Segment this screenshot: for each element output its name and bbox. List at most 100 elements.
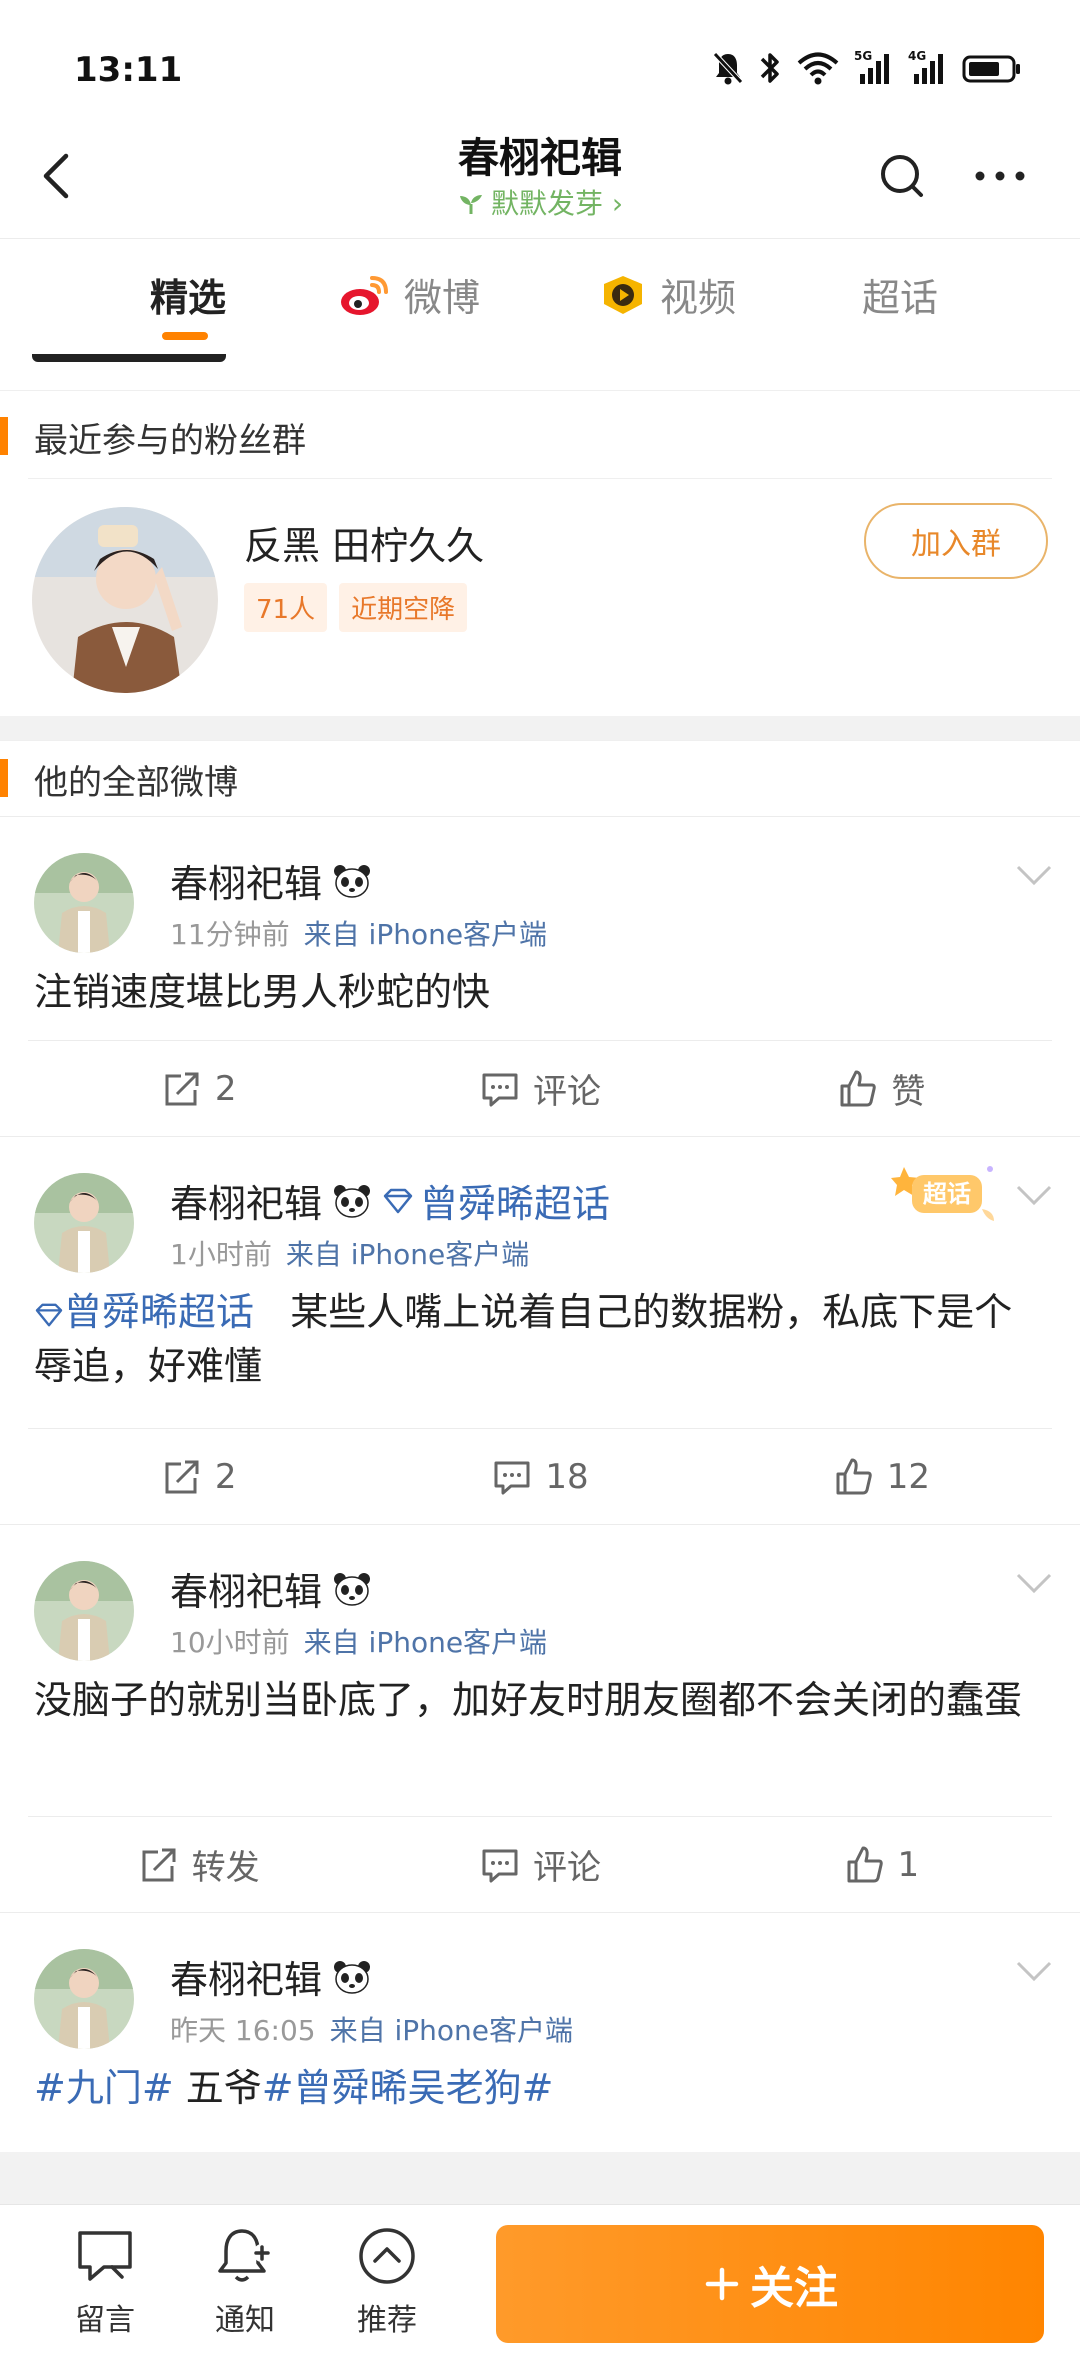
sprout-badge[interactable]: 默默发芽 ›	[457, 186, 623, 222]
chevron-down-icon[interactable]	[1014, 1571, 1054, 1595]
signal-5g-icon: 5G	[854, 49, 889, 84]
post-text: 没脑子的就别当卧底了，加好友时朋友圈都不会关闭的蠢蛋	[34, 1678, 1023, 1722]
post-text: 注销速度堪比男人秒蛇的快	[34, 970, 491, 1014]
author-name[interactable]: 春栩祀辑	[170, 1173, 322, 1228]
group-avatar	[32, 507, 218, 693]
like-button[interactable]: 赞	[711, 1041, 1052, 1136]
battery-icon	[962, 55, 1020, 83]
post-card[interactable]: 春栩祀辑 11分钟前 来自 iPhone客户端 注销速度堪比男人秒蛇的快	[0, 816, 1080, 1040]
author-avatar[interactable]	[34, 1173, 134, 1273]
post-actions: 转发 评论 1	[28, 1816, 1052, 1912]
supertopic-inline-label: 曾舜晞超话	[64, 1290, 255, 1334]
notify-button[interactable]: 通知	[190, 2223, 300, 2339]
hashtag-link[interactable]: #九门#	[34, 2066, 174, 2110]
bluetooth-icon	[760, 53, 779, 83]
svg-text:4G: 4G	[908, 49, 926, 63]
thumb-up-icon	[847, 1846, 883, 1882]
section-accent-bar	[0, 759, 8, 797]
post-actions-wrap: 2 18 12	[0, 1428, 1080, 1524]
wifi-icon	[797, 52, 839, 85]
post-meta: 11分钟前 来自 iPhone客户端	[170, 913, 547, 953]
tab-video[interactable]: 视频	[598, 267, 736, 322]
panda-badge-icon	[334, 1184, 371, 1218]
author-name[interactable]: 春栩祀辑	[170, 1561, 322, 1616]
tab-bar: 精选 微博 视频 超话	[0, 238, 1080, 354]
post-card[interactable]: 春栩祀辑 曾舜晞超话 超话 1小时前 来自 iPhone客户端 曾舜晞超话 某些…	[0, 1136, 1080, 1428]
weibo-logo-icon	[341, 275, 388, 315]
supertopic-link[interactable]: 曾舜晞超话	[382, 1173, 610, 1228]
comment-button[interactable]: 18	[369, 1429, 710, 1524]
bell-plus-icon	[218, 2229, 271, 2282]
author-name[interactable]: 春栩祀辑	[170, 853, 322, 908]
author-avatar[interactable]	[34, 853, 134, 953]
author-row: 春栩祀辑	[170, 1561, 372, 1616]
tab-featured[interactable]: 精选	[150, 267, 226, 322]
more-icon[interactable]	[970, 148, 1030, 204]
signal-4g-icon: 4G	[908, 49, 943, 84]
fan-group-card[interactable]: 反黑 田柠久久 71人 近期空降 加入群	[28, 478, 1052, 716]
supertopic-inline-link[interactable]: 曾舜晞超话	[34, 1290, 266, 1334]
content-feed: 最近参与的粉丝群 反黑 田柠久久 71人 近期空降 加入群 他的全部微博 春栩祀…	[0, 354, 1080, 2152]
author-name[interactable]: 春栩祀辑	[170, 1949, 322, 2004]
chevron-down-icon[interactable]	[1014, 1959, 1054, 1983]
chevron-up-circle-icon	[359, 2228, 415, 2284]
fan-group-section-header: 最近参与的粉丝群	[0, 390, 1080, 478]
post-source: 来自 iPhone客户端	[285, 1238, 530, 1271]
chevron-down-icon[interactable]	[1014, 1183, 1054, 1207]
status-icons: 5G 4G	[712, 48, 1022, 88]
plus-icon	[705, 2267, 739, 2301]
all-posts-section-header: 他的全部微博	[0, 740, 1080, 816]
recommend-button[interactable]: 推荐	[332, 2223, 442, 2339]
group-name: 反黑 田柠久久	[244, 524, 485, 568]
mute-bell-icon	[713, 52, 743, 85]
sprout-icon	[459, 195, 482, 214]
comment-icon	[482, 1849, 518, 1882]
all-posts-section-title: 他的全部微博	[34, 763, 238, 803]
hashtag-link[interactable]: #曾舜晞吴老狗#	[262, 2066, 554, 2110]
author-avatar[interactable]	[34, 1949, 134, 2049]
chevron-down-icon[interactable]	[1014, 863, 1054, 887]
search-icon[interactable]	[874, 148, 930, 204]
fan-group-wrap: 反黑 田柠久久 71人 近期空降 加入群	[0, 478, 1080, 716]
repost-button[interactable]: 转发	[28, 1817, 369, 1912]
profile-page: 13:11 5G 4G 春栩祀辑 默默发芽 › 精选 微博 视频 超话 最近参与…	[0, 0, 1080, 2354]
post-card[interactable]: 春栩祀辑 10小时前 来自 iPhone客户端 没脑子的就别当卧底了，加好友时朋友…	[0, 1524, 1080, 1816]
tab-active-indicator	[162, 332, 208, 340]
group-badges: 71人 近期空降	[244, 583, 468, 632]
post-source: 来自 iPhone客户端	[303, 918, 548, 951]
section-accent-bar	[0, 417, 8, 455]
fan-group-section-title: 最近参与的粉丝群	[34, 421, 306, 461]
tab-weibo-label: 微博	[404, 276, 481, 320]
post-actions: 2 评论 赞	[28, 1040, 1052, 1136]
repost-count: 2	[214, 1456, 237, 1497]
video-logo-icon	[604, 275, 642, 314]
like-button[interactable]: 1	[711, 1817, 1052, 1912]
tab-supertopic[interactable]: 超话	[862, 267, 938, 322]
post-source: 来自 iPhone客户端	[303, 1626, 548, 1659]
author-avatar[interactable]	[34, 1561, 134, 1661]
join-group-button[interactable]: 加入群	[864, 503, 1048, 579]
post-meta: 昨天 16:05 来自 iPhone客户端	[170, 2009, 573, 2049]
comment-button[interactable]: 评论	[369, 1817, 710, 1912]
panda-badge-icon	[334, 1960, 371, 1994]
comment-count: 18	[545, 1456, 589, 1497]
repost-button[interactable]: 2	[28, 1429, 369, 1524]
follow-button[interactable]: 关注	[496, 2225, 1044, 2343]
panda-badge-icon	[334, 864, 371, 898]
comment-icon	[482, 1073, 518, 1106]
post-actions-wrap: 2 评论 赞	[0, 1040, 1080, 1136]
diamond-icon	[383, 1188, 413, 1213]
like-button[interactable]: 12	[711, 1429, 1052, 1524]
post-card[interactable]: 春栩祀辑 昨天 16:05 来自 iPhone客户端 #九门# 五爷#曾舜晞吴老狗…	[0, 1912, 1080, 2152]
like-count: 赞	[891, 1072, 926, 1112]
comment-count: 评论	[532, 1072, 601, 1112]
message-button[interactable]: 留言	[50, 2223, 160, 2339]
top-header: 春栩祀辑 默默发芽 ›	[0, 130, 1080, 238]
repost-button[interactable]: 2	[28, 1041, 369, 1136]
post-meta: 10小时前 来自 iPhone客户端	[170, 1621, 547, 1661]
like-count: 12	[886, 1456, 930, 1497]
tab-weibo[interactable]: 微博	[338, 267, 480, 322]
status-time: 13:11	[74, 50, 183, 90]
comment-button[interactable]: 评论	[369, 1041, 710, 1136]
post-text: 五爷	[173, 2066, 262, 2110]
